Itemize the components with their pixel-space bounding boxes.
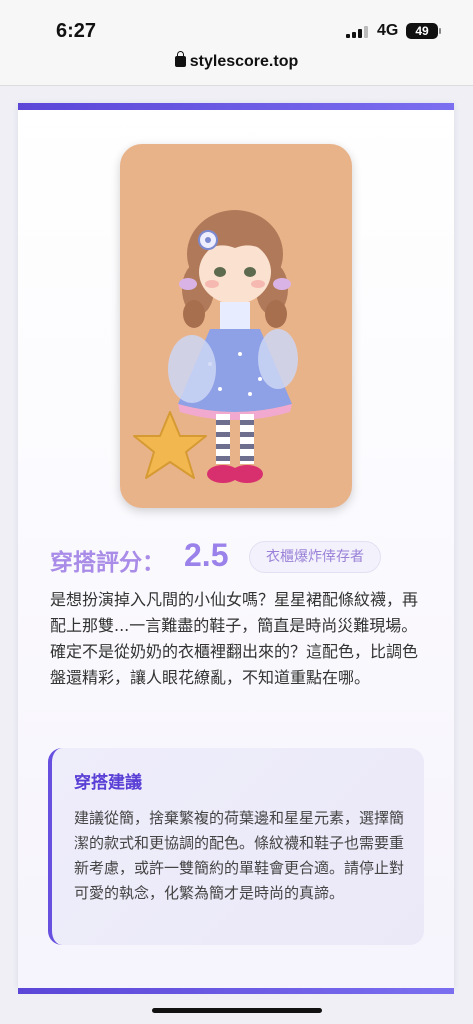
score-value: 2.5	[184, 537, 229, 573]
outfit-illustration	[133, 210, 298, 483]
score-label: 穿搭評分：	[50, 550, 165, 576]
status-time: 6:27	[56, 20, 97, 42]
card-bottom-accent	[18, 988, 454, 994]
advice-box: 穿搭建議 建議從簡，捨棄繁複的荷葉邊和星星元素，選擇簡潔的款式和更協調的配色。條…	[48, 748, 424, 945]
battery-icon: 49	[406, 23, 441, 39]
home-indicator[interactable]	[152, 1008, 322, 1013]
style-tag-badge: 衣櫃爆炸倖存者	[249, 541, 381, 573]
outfit-photo	[120, 144, 352, 508]
signal-icon	[346, 26, 368, 38]
status-bar: 6:27 4G 49	[0, 0, 473, 44]
address-bar[interactable]: stylescore.top	[0, 44, 473, 86]
advice-body: 建議從簡，捨棄繁複的荷葉邊和星星元素，選擇簡潔的款式和更協調的配色。條紋襪和鞋子…	[74, 809, 405, 902]
result-card: 穿搭評分： 2.5 衣櫃爆炸倖存者 是想扮演掉入凡間的小仙女嗎？星星裙配條紋襪，…	[18, 103, 454, 994]
network-label: 4G	[377, 22, 399, 39]
review-text: 是想扮演掉入凡間的小仙女嗎？星星裙配條紋襪，再配上那雙...一言難盡的鞋子，簡直…	[50, 590, 419, 687]
url-text[interactable]: stylescore.top	[190, 53, 298, 70]
lock-icon	[174, 51, 186, 67]
score-row: 穿搭評分： 2.5 衣櫃爆炸倖存者	[50, 537, 440, 579]
card-top-accent	[18, 103, 454, 110]
advice-title: 穿搭建議	[74, 773, 142, 793]
